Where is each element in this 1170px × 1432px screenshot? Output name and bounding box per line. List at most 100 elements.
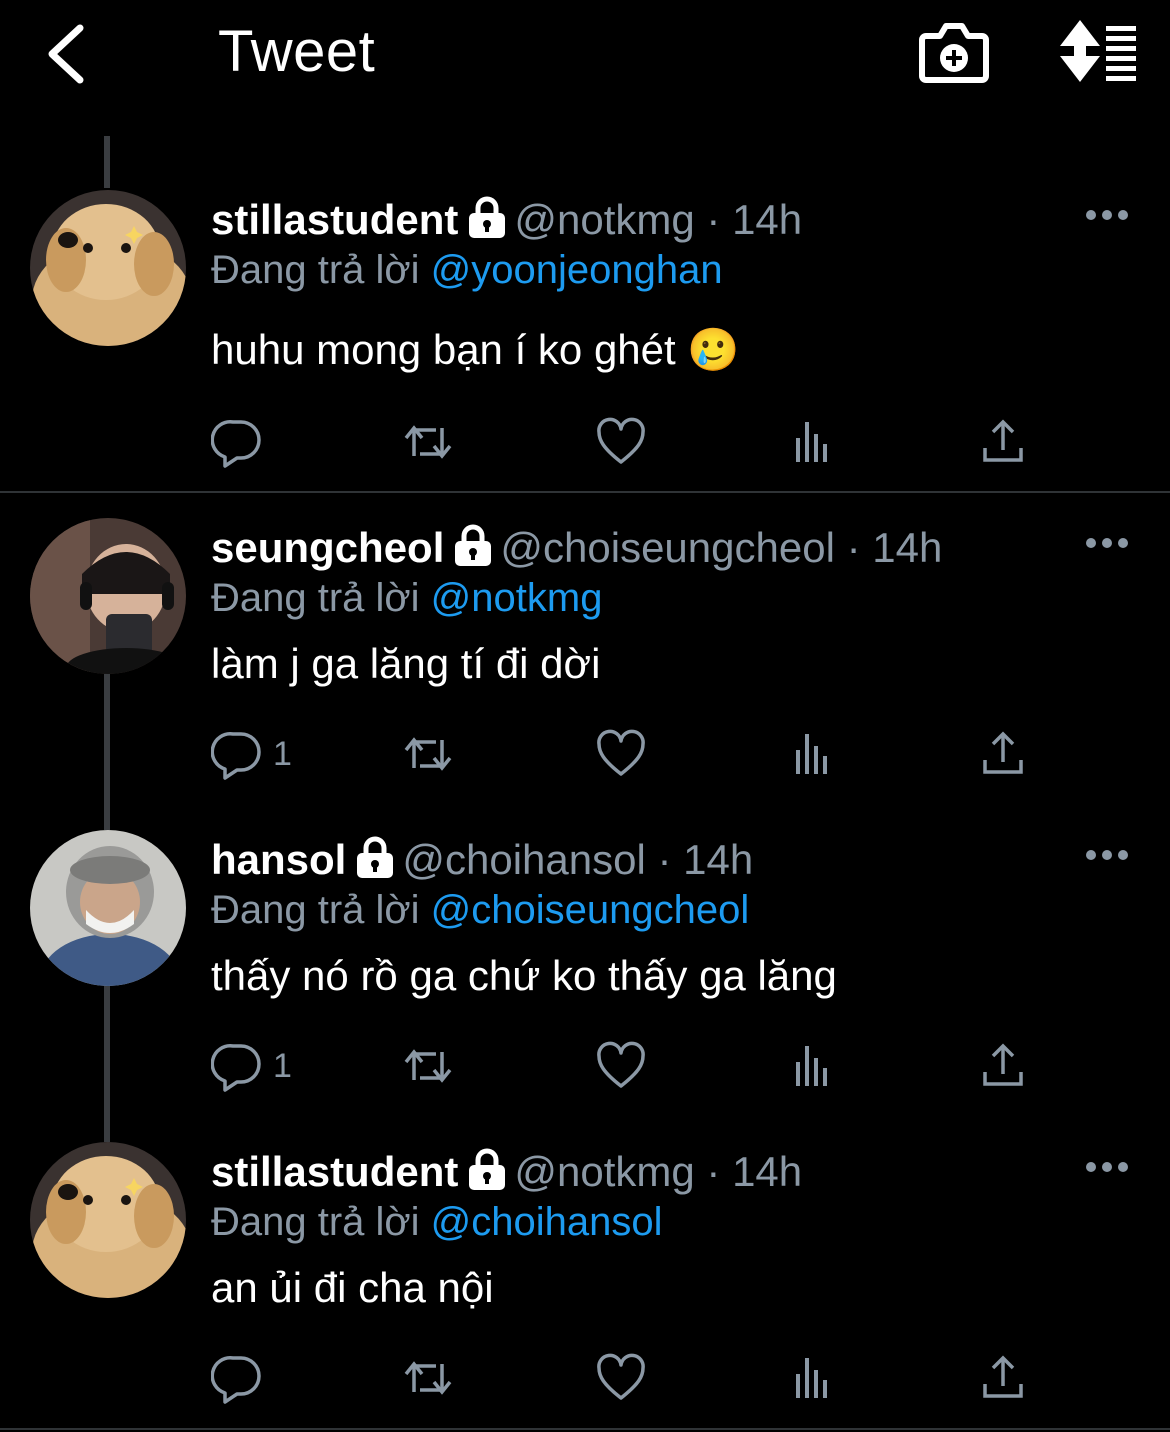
tweet-header: seungcheol @choiseungcheol · 14h xyxy=(211,520,942,576)
tweet-actions: 1 xyxy=(0,724,1170,784)
retweet-icon xyxy=(402,1040,454,1092)
replying-to: Đang trả lời @notkmg xyxy=(211,570,602,626)
lock-icon xyxy=(354,836,396,880)
share-icon xyxy=(977,1352,1029,1404)
divider xyxy=(0,491,1170,493)
reply-icon xyxy=(211,1040,263,1092)
reply-icon xyxy=(211,416,263,468)
replying-to: Đang trả lời @choihansol xyxy=(211,1194,663,1250)
tweet-actions xyxy=(0,1348,1170,1408)
timestamp: · 14h xyxy=(657,836,754,883)
reply-button[interactable]: 1 xyxy=(211,724,292,784)
more-options-icon[interactable] xyxy=(1085,536,1129,550)
reply-button[interactable]: 1 xyxy=(211,1036,292,1096)
reply-icon xyxy=(211,1352,263,1404)
reply-count: 1 xyxy=(273,734,292,773)
mention-link[interactable]: @choiseungcheol xyxy=(431,888,750,932)
retweet-icon xyxy=(402,728,454,780)
retweet-icon xyxy=(402,416,454,468)
display-name[interactable]: seungcheol xyxy=(211,524,444,571)
share-icon xyxy=(977,728,1029,780)
replying-to-label: Đang trả lời xyxy=(211,576,420,620)
timestamp: · 14h xyxy=(846,524,943,571)
analytics-icon xyxy=(786,728,838,780)
tweet-header: stillastudent @notkmg · 14h xyxy=(211,1144,802,1200)
avatar[interactable] xyxy=(30,830,186,986)
username-handle: @choihansol xyxy=(402,836,646,883)
tweet-actions xyxy=(0,412,1170,472)
retweet-button[interactable] xyxy=(402,1036,454,1096)
reply-count: 1 xyxy=(273,1046,292,1085)
replying-to-label: Đang trả lời xyxy=(211,888,420,932)
reply-button[interactable] xyxy=(211,412,273,472)
analytics-button[interactable] xyxy=(786,724,838,784)
back-arrow-icon[interactable] xyxy=(40,22,100,86)
tweet-actions: 1 xyxy=(0,1036,1170,1096)
analytics-icon xyxy=(786,1352,838,1404)
retweet-button[interactable] xyxy=(402,724,454,784)
avatar[interactable] xyxy=(30,1142,186,1298)
more-options-icon[interactable] xyxy=(1085,1160,1129,1174)
analytics-button[interactable] xyxy=(786,1348,838,1408)
tweet-text: thấy nó rồ ga chứ ko thấy ga lăng xyxy=(211,948,837,1004)
mention-link[interactable]: @choihansol xyxy=(431,1200,663,1244)
username-handle: @notkmg xyxy=(514,1148,695,1195)
analytics-button[interactable] xyxy=(786,412,838,472)
lock-icon xyxy=(466,196,508,240)
share-icon xyxy=(977,1040,1029,1092)
mention-link[interactable]: @yoonjeonghan xyxy=(431,248,723,292)
more-options-icon[interactable] xyxy=(1085,848,1129,862)
analytics-icon xyxy=(786,416,838,468)
like-button[interactable] xyxy=(595,724,647,784)
reply-icon xyxy=(211,728,263,780)
like-button[interactable] xyxy=(595,1348,647,1408)
username-handle: @notkmg xyxy=(514,196,695,243)
like-button[interactable] xyxy=(595,1036,647,1096)
page-title: Tweet xyxy=(218,19,376,84)
replying-to: Đang trả lời @choiseungcheol xyxy=(211,882,749,938)
tweet-text: an ủi đi cha nội xyxy=(211,1260,494,1316)
lock-icon xyxy=(466,1148,508,1192)
divider xyxy=(0,1428,1170,1430)
display-name[interactable]: hansol xyxy=(211,836,346,883)
heart-icon xyxy=(595,1040,647,1092)
share-button[interactable] xyxy=(977,412,1029,472)
heart-icon xyxy=(595,1352,647,1404)
tweet-header: hansol @choihansol · 14h xyxy=(211,832,753,888)
tweet-text: làm j ga lăng tí đi dời xyxy=(211,636,600,692)
mention-link[interactable]: @notkmg xyxy=(431,576,603,620)
emoji: 🥲 xyxy=(687,326,740,373)
heart-icon xyxy=(595,416,647,468)
reply-button[interactable] xyxy=(211,1348,273,1408)
display-name[interactable]: stillastudent xyxy=(211,1148,458,1195)
share-button[interactable] xyxy=(977,1348,1029,1408)
tweet-text-content: thấy nó rồ ga chứ ko thấy ga lăng xyxy=(211,952,837,999)
analytics-button[interactable] xyxy=(786,1036,838,1096)
tweet-text-content: an ủi đi cha nội xyxy=(211,1264,494,1311)
share-icon xyxy=(977,416,1029,468)
tweet-text-content: làm j ga lăng tí đi dời xyxy=(211,640,601,687)
replying-to: Đang trả lời @yoonjeonghan xyxy=(211,242,723,298)
thread-line xyxy=(104,136,110,188)
display-name[interactable]: stillastudent xyxy=(211,196,458,243)
lock-icon xyxy=(452,524,494,568)
tweet-header: stillastudent @notkmg · 14h xyxy=(211,192,802,248)
more-options-icon[interactable] xyxy=(1085,208,1129,222)
share-button[interactable] xyxy=(977,724,1029,784)
replying-to-label: Đang trả lời xyxy=(211,1200,420,1244)
camera-add-icon[interactable] xyxy=(918,18,990,86)
heart-icon xyxy=(595,728,647,780)
timestamp: · 14h xyxy=(706,196,803,243)
username-handle: @choiseungcheol xyxy=(500,524,835,571)
replying-to-label: Đang trả lời xyxy=(211,248,420,292)
timestamp: · 14h xyxy=(706,1148,803,1195)
retweet-button[interactable] xyxy=(402,412,454,472)
retweet-button[interactable] xyxy=(402,1348,454,1408)
sort-replies-icon[interactable] xyxy=(1056,18,1138,84)
share-button[interactable] xyxy=(977,1036,1029,1096)
analytics-icon xyxy=(786,1040,838,1092)
like-button[interactable] xyxy=(595,412,647,472)
top-bar: Tweet xyxy=(0,0,1170,110)
avatar[interactable] xyxy=(30,190,186,346)
avatar[interactable] xyxy=(30,518,186,674)
